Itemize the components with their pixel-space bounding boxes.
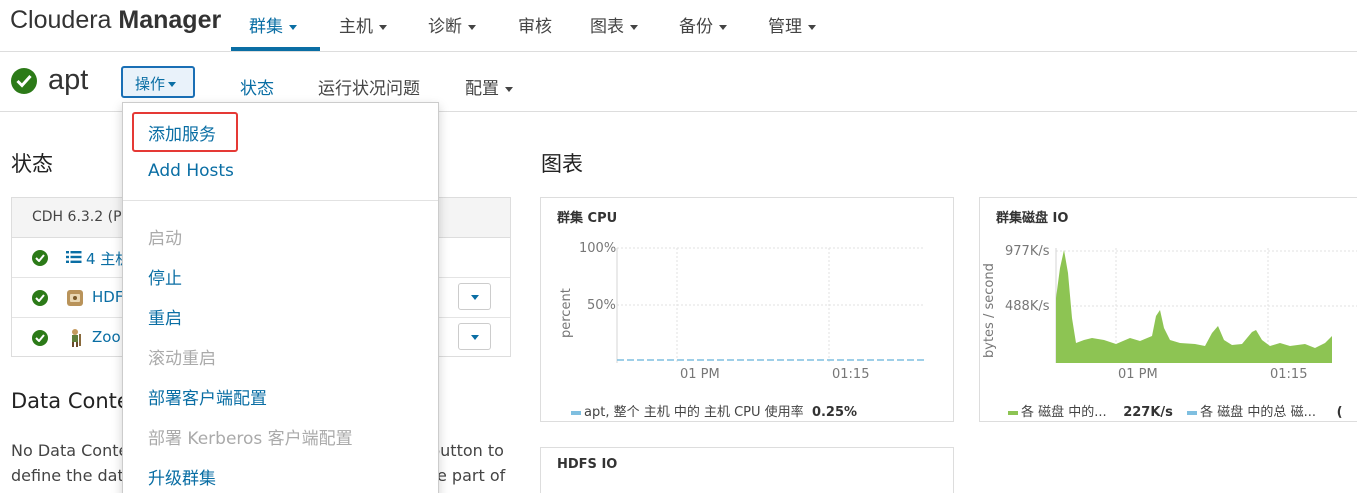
- data-context-heading: Data Conte: [11, 389, 130, 413]
- status-heading: 状态: [11, 152, 53, 176]
- y-axis-label: percent: [559, 288, 574, 338]
- menu-upgrade-cluster[interactable]: 升级群集: [148, 464, 216, 489]
- nav-administration[interactable]: 管理: [768, 12, 816, 37]
- menu-stop[interactable]: 停止: [148, 264, 182, 289]
- tab-health-issues[interactable]: 运行状况问题: [318, 74, 420, 99]
- menu-deploy-client-config[interactable]: 部署客户端配置: [148, 384, 267, 409]
- zookeeper-icon: [72, 329, 81, 347]
- menu-divider: [123, 200, 438, 201]
- cpu-legend: apt, 整个 主机 中的 主机 CPU 使用率 0.25%: [571, 401, 857, 420]
- hdfs-actions-dropdown[interactable]: [458, 283, 491, 310]
- chevron-down-icon: [468, 24, 476, 30]
- data-context-text-1: No Data Conte: [11, 441, 129, 460]
- chevron-down-icon: [630, 24, 638, 30]
- legend-swatch: [1187, 410, 1198, 415]
- chevron-down-icon: [505, 86, 513, 92]
- brand-light: Cloudera: [10, 6, 112, 34]
- menu-deploy-kerberos-config: 部署 Kerberos 客户端配置: [148, 429, 353, 449]
- nav-hosts[interactable]: 主机: [339, 12, 387, 37]
- zookeeper-link[interactable]: Zoo: [92, 328, 121, 346]
- x-tick-label: 01 PM: [680, 367, 720, 382]
- cluster-disk-io-chart[interactable]: 群集磁盘 IO bytes / second 977K/s 488K/s 01 …: [979, 197, 1357, 422]
- y-tick-label: 488K/s: [1005, 299, 1050, 314]
- hdfs-link[interactable]: HDF: [92, 288, 123, 306]
- y-axis-label: bytes / second: [982, 263, 997, 358]
- brand-bold: Manager: [118, 6, 222, 34]
- x-tick-label: 01 PM: [1118, 367, 1158, 382]
- nav-clusters[interactable]: 群集: [249, 12, 297, 37]
- charts-heading: 图表: [541, 152, 583, 176]
- menu-add-service[interactable]: 添加服务: [148, 120, 216, 145]
- disk-legend: 各 磁盘 中的... 227K/s 各 磁盘 中的总 磁... (: [1008, 401, 1343, 420]
- check-circle-icon: [32, 250, 48, 266]
- check-circle-icon: [32, 290, 48, 306]
- legend-value: 227K/s: [1123, 405, 1173, 420]
- chevron-down-icon: [719, 24, 727, 30]
- menu-rolling-restart: 滚动重启: [148, 349, 216, 369]
- chevron-down-icon: [808, 24, 816, 30]
- chart-title: HDFS IO: [557, 457, 618, 472]
- x-tick-label: 01:15: [1270, 367, 1308, 382]
- chevron-down-icon: [289, 24, 297, 30]
- nav-charts[interactable]: 图表: [590, 12, 638, 37]
- nav-diagnostics[interactable]: 诊断: [428, 12, 476, 37]
- chevron-down-icon: [379, 24, 387, 30]
- data-context-text-2-end: e part of: [437, 466, 506, 485]
- top-navbar: Cloudera Manager 群集 主机 诊断 审核 图表 备份 管理: [0, 0, 1357, 52]
- zookeeper-actions-dropdown[interactable]: [458, 323, 491, 350]
- data-context-text-1-end: button to: [430, 441, 504, 460]
- tab-configuration[interactable]: 配置: [465, 74, 513, 99]
- cluster-title: apt: [48, 64, 89, 96]
- check-circle-icon: [11, 68, 37, 94]
- chevron-down-icon: [168, 82, 177, 87]
- nav-backup[interactable]: 备份: [679, 12, 727, 37]
- y-tick-label: 977K/s: [1005, 244, 1050, 259]
- active-nav-indicator: [231, 47, 320, 51]
- tab-status[interactable]: 状态: [240, 74, 274, 99]
- data-context-text-2: define the data: [11, 466, 134, 485]
- actions-button[interactable]: 操作: [121, 66, 195, 98]
- menu-restart[interactable]: 重启: [148, 304, 182, 329]
- menu-start: 启动: [148, 229, 182, 249]
- hdfs-icon: [67, 290, 83, 306]
- legend-swatch: [571, 410, 581, 415]
- menu-add-hosts[interactable]: Add Hosts: [148, 161, 234, 181]
- y-tick-label: 100%: [579, 241, 617, 256]
- y-tick-label: 50%: [587, 298, 616, 313]
- check-circle-icon: [32, 330, 48, 346]
- hdfs-io-chart[interactable]: HDFS IO: [540, 447, 954, 493]
- actions-dropdown-menu: 添加服务 Add Hosts 启动 停止 重启 滚动重启 部署客户端配置 部署 …: [122, 102, 439, 493]
- legend-value: 0.25%: [811, 405, 858, 420]
- cluster-cpu-chart[interactable]: 群集 CPU percent 100% 50% 01 PM 01:15 apt,…: [540, 197, 954, 422]
- brand-logo[interactable]: Cloudera Manager: [10, 6, 221, 35]
- x-tick-label: 01:15: [832, 367, 870, 382]
- nav-audits[interactable]: 审核: [518, 12, 552, 37]
- legend-swatch: [1008, 410, 1018, 415]
- list-icon: [66, 251, 82, 263]
